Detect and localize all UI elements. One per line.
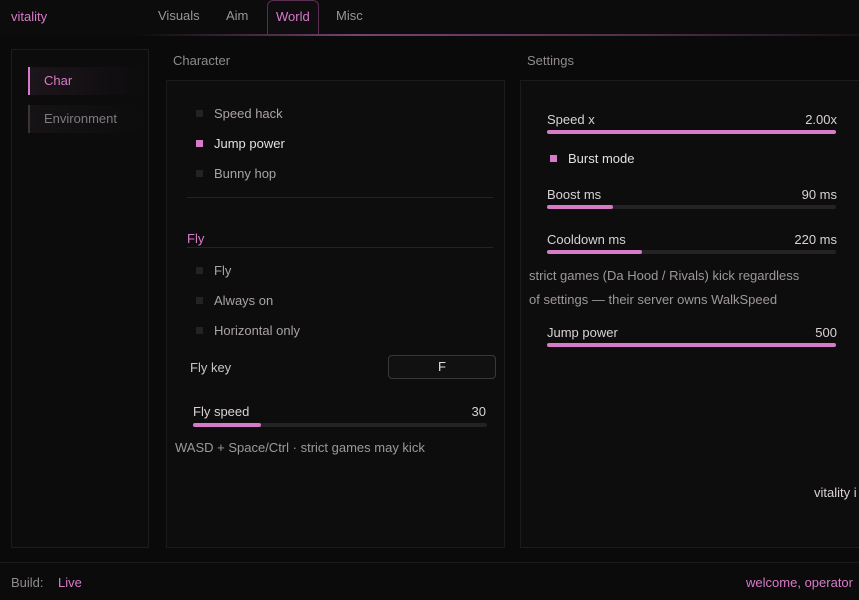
tab-underline-glow [140,34,859,36]
slider-fill [193,423,261,427]
sidebar-item-char[interactable]: Char [28,67,140,95]
top-bar: vitality Visuals Aim World Misc [0,0,859,36]
cooldown-ms-label: Cooldown ms [547,232,626,247]
burst-mode-label: Burst mode [568,151,635,166]
welcome-text: welcome, operator [746,575,853,590]
bunny-hop-label: Bunny hop [214,166,277,181]
build-label: Build: [11,575,44,590]
sidebar-item-environment[interactable]: Environment [28,105,140,133]
fly-speed-value: 30 [471,404,486,419]
tab-misc[interactable]: Misc [328,0,371,34]
fly-section-label: Fly [187,231,205,246]
jump-power-label: Jump power [214,136,285,151]
jump-power-slider-label: Jump power [547,325,618,340]
sidebar: Char Environment [11,49,149,548]
always-on-label: Always on [214,293,274,308]
boost-ms-slider[interactable] [547,205,836,209]
slider-fill [547,205,614,209]
cooldown-ms-slider[interactable] [547,250,836,254]
slider-fill [547,130,836,134]
checkbox-box [196,110,203,117]
character-panel-title: Character [173,53,231,68]
fly-speed-slider[interactable] [193,423,487,427]
fly-key-button[interactable]: F [388,355,496,379]
status-bar: Build: Live welcome, operator [0,562,859,600]
boost-ms-label: Boost ms [547,187,602,202]
tab-visuals[interactable]: Visuals [150,0,208,34]
warning-text-line-1: strict games (Da Hood / Rivals) kick reg… [529,268,800,283]
fly-hint-text: WASD + Space/Ctrl · strict games may kic… [175,440,425,455]
tab-aim[interactable]: Aim [218,0,256,34]
speed-x-label: Speed x [547,112,595,127]
slider-fill [547,343,836,347]
divider [187,247,493,248]
checkbox-box [196,267,203,274]
watermark-text: vitality i [814,485,857,500]
tab-world[interactable]: World [267,0,319,34]
checkbox-box [196,297,203,304]
fly-key-label: Fly key [190,360,232,375]
checkbox-box [550,155,557,162]
jump-power-slider[interactable] [547,343,836,347]
app-brand: vitality [11,9,48,24]
warning-text-line-2: of settings — their server owns WalkSpee… [529,292,778,307]
build-value: Live [58,575,82,590]
checkbox-box [196,170,203,177]
checkbox-box [196,327,203,334]
speed-x-slider[interactable] [547,130,836,134]
slider-fill [547,250,643,254]
divider [187,197,493,198]
boost-ms-value: 90 ms [801,187,837,202]
speed-x-value: 2.00x [805,112,837,127]
fly-label: Fly [214,263,232,278]
checkbox-box [196,140,203,147]
fly-speed-label: Fly speed [193,404,250,419]
settings-panel-title: Settings [527,53,574,68]
jump-power-value: 500 [815,325,837,340]
speed-hack-label: Speed hack [214,106,283,121]
cooldown-ms-value: 220 ms [794,232,837,247]
horizontal-only-label: Horizontal only [214,323,300,338]
